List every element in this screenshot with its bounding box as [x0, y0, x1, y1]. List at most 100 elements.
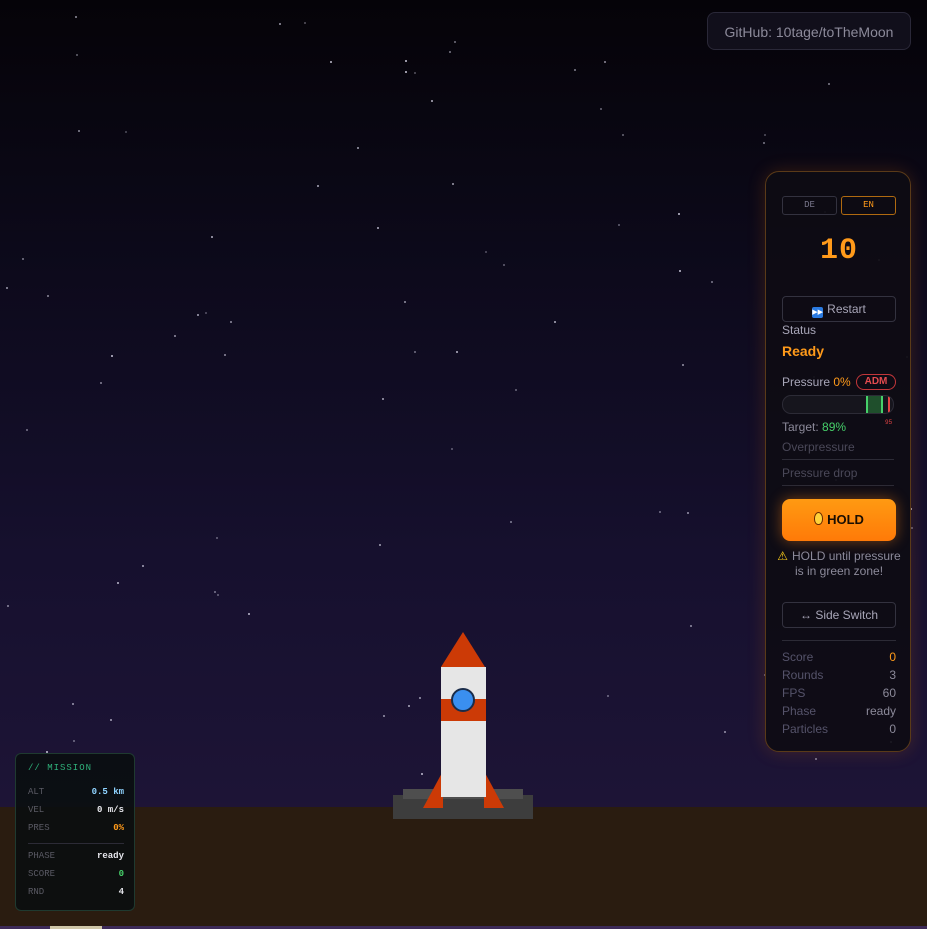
stat-value: 0	[889, 722, 896, 736]
mission-divider	[28, 843, 124, 844]
mission-pres: PRES 0%	[28, 823, 124, 833]
star	[449, 51, 451, 53]
adm-badge[interactable]: ADM	[856, 374, 896, 390]
star	[125, 131, 127, 133]
stat-rounds: Rounds 3	[782, 668, 896, 682]
star	[100, 382, 102, 384]
star	[111, 355, 113, 357]
star	[515, 389, 517, 391]
hold-hint-text: HOLD until pressure	[792, 549, 901, 563]
star	[711, 281, 713, 283]
status-value: Ready	[782, 343, 825, 359]
star	[452, 183, 454, 185]
star	[216, 537, 218, 539]
mission-phase: PHASE ready	[28, 851, 124, 861]
star	[224, 354, 226, 356]
star	[690, 625, 692, 627]
star	[76, 54, 78, 56]
mission-rnd: RND 4	[28, 887, 124, 897]
stat-label: Rounds	[782, 668, 824, 682]
star	[503, 264, 505, 266]
star	[47, 295, 49, 297]
star	[117, 582, 119, 584]
star	[75, 16, 77, 18]
hold-button[interactable]: HOLD	[782, 499, 896, 541]
rocket-body	[441, 667, 486, 797]
star	[382, 398, 384, 400]
mission-rnd-value: 4	[118, 887, 124, 897]
pressure-label: Pressure 0%	[782, 375, 851, 389]
mission-phase-label: PHASE	[28, 851, 56, 861]
star	[72, 703, 74, 705]
star	[357, 147, 359, 149]
mission-score-value: 0	[118, 869, 124, 879]
countdown: 10	[819, 234, 858, 268]
star	[405, 60, 407, 62]
star	[554, 321, 556, 323]
stat-fps: FPS 60	[782, 686, 896, 700]
side-switch-button[interactable]: ↔ Side Switch	[782, 602, 896, 628]
star	[7, 605, 9, 607]
lang-en-button[interactable]: EN	[841, 196, 896, 215]
warning-icon: ⚠	[777, 549, 789, 563]
target-label: Target: 89%	[782, 420, 846, 434]
stat-value: 0	[889, 650, 896, 664]
star	[414, 72, 416, 74]
star	[687, 512, 689, 514]
mission-alt-label: ALT	[28, 787, 45, 797]
github-link[interactable]: GitHub: 10tage/toTheMoon	[707, 12, 911, 50]
ground	[0, 807, 927, 929]
limit-marker-text: 95	[885, 419, 893, 426]
star	[724, 731, 726, 733]
star	[911, 527, 913, 529]
mission-pres-label: PRES	[28, 823, 50, 833]
star	[110, 719, 112, 721]
star	[815, 758, 817, 760]
star	[205, 312, 207, 314]
danger-marker	[888, 396, 890, 413]
star	[304, 22, 306, 24]
mission-title: // MISSION	[28, 763, 93, 773]
restart-label: Restart	[827, 302, 866, 316]
target-zone-low-marker	[866, 396, 868, 413]
mission-vel: VEL 0 m/s	[28, 805, 124, 815]
pressure-label-text: Pressure	[782, 375, 831, 389]
star	[408, 705, 410, 707]
star	[607, 695, 609, 697]
lang-de-button[interactable]: DE	[782, 196, 837, 215]
hold-label: HOLD	[827, 512, 864, 527]
star	[377, 227, 379, 229]
restart-button[interactable]: ▶▶ Restart	[782, 296, 896, 322]
mission-hud: // MISSION ALT 0.5 km VEL 0 m/s PRES 0% PHA…	[15, 753, 135, 911]
pressure-value: 0%	[833, 375, 851, 389]
star	[763, 142, 765, 144]
star	[6, 287, 8, 289]
flame-icon	[814, 512, 824, 525]
star	[618, 224, 620, 226]
star	[764, 134, 766, 136]
stat-label: FPS	[782, 686, 806, 700]
mission-pres-value: 0%	[113, 823, 124, 833]
star	[26, 429, 28, 431]
star	[248, 613, 250, 615]
pressure-bar	[782, 395, 894, 414]
stat-score: Score 0	[782, 650, 896, 664]
star	[659, 511, 661, 513]
star	[682, 364, 684, 366]
rocket-fin-left	[423, 771, 443, 808]
mission-phase-value: ready	[96, 851, 124, 861]
star	[510, 521, 512, 523]
target-value: 89%	[822, 420, 847, 434]
pressure-drop-label: Pressure drop	[782, 466, 894, 486]
star	[330, 61, 332, 63]
star	[174, 335, 176, 337]
mission-score: SCORE 0	[28, 869, 124, 879]
stat-phase: Phase ready	[782, 704, 896, 718]
target-zone-high-marker	[881, 396, 883, 413]
star	[217, 594, 219, 596]
stat-value: 3	[889, 668, 896, 682]
mission-score-label: SCORE	[28, 869, 56, 879]
star	[383, 715, 385, 717]
star	[379, 544, 381, 546]
star	[431, 100, 433, 102]
